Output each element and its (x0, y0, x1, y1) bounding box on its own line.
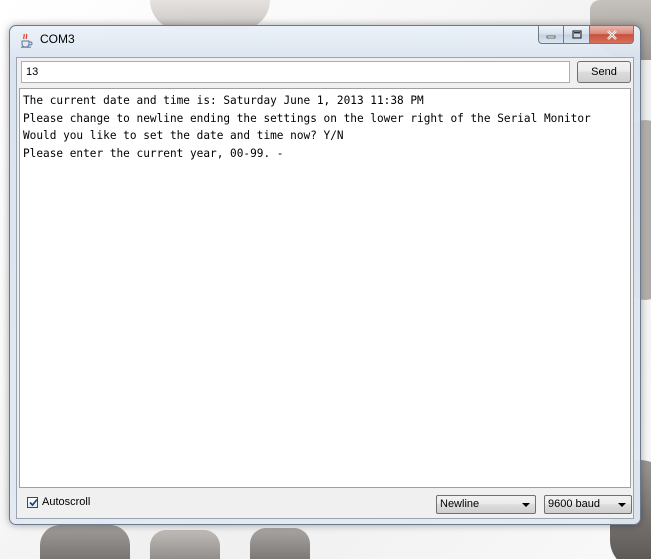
maximize-button[interactable] (564, 26, 590, 44)
send-row: Send (21, 61, 631, 85)
baud-rate-value: 9600 baud (548, 498, 600, 510)
output-line: Please change to newline ending the sett… (23, 111, 591, 125)
checkmark-icon (29, 498, 38, 506)
background-shape (150, 530, 220, 559)
baud-rate-select[interactable]: 9600 baud (544, 495, 632, 514)
output-line: Please enter the current year, 00-99. - (23, 146, 284, 160)
serial-monitor-window: COM3 Send The current date and time is: … (9, 25, 641, 525)
serial-output-area[interactable]: The current date and time is: Saturday J… (19, 88, 631, 488)
background-shape (250, 528, 310, 559)
close-icon (606, 29, 617, 40)
serial-monitor-client: Send The current date and time is: Satur… (16, 57, 634, 519)
status-bar: Autoscroll Newline 9600 baud (17, 490, 633, 518)
minimize-icon (546, 35, 556, 38)
window-controls (538, 26, 634, 44)
autoscroll-toggle[interactable]: Autoscroll (27, 496, 90, 508)
output-line: Would you like to set the date and time … (23, 129, 344, 142)
window-title: COM3 (40, 32, 75, 46)
output-line: The current date and time is: Saturday J… (23, 94, 424, 107)
autoscroll-checkbox[interactable] (27, 496, 38, 508)
line-ending-value: Newline (440, 498, 480, 510)
send-button[interactable]: Send (577, 61, 631, 83)
serial-input-field[interactable] (21, 61, 570, 83)
background-shape (40, 525, 130, 559)
java-coffee-cup-icon (18, 32, 34, 48)
chevron-down-icon (618, 503, 626, 507)
title-bar[interactable]: COM3 (10, 26, 640, 52)
close-button[interactable] (590, 26, 634, 44)
minimize-button[interactable] (538, 26, 564, 44)
autoscroll-label: Autoscroll (42, 496, 91, 508)
chevron-down-icon (522, 503, 530, 507)
maximize-icon (571, 30, 582, 39)
line-ending-select[interactable]: Newline (436, 495, 536, 514)
